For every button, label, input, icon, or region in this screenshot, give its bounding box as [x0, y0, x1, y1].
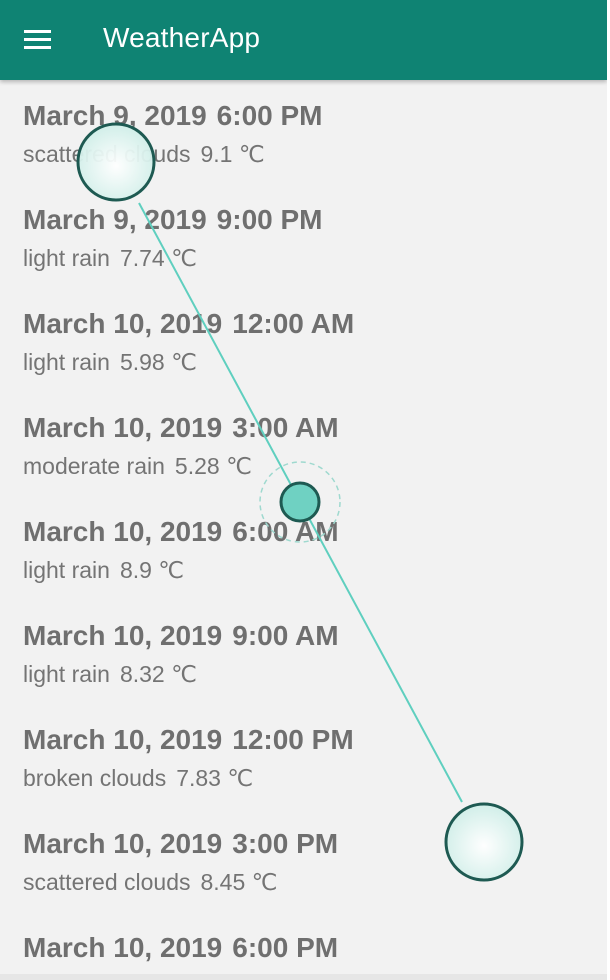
swipe-progress-dot — [279, 481, 321, 523]
swipe-end-touch-indicator — [444, 802, 524, 882]
swipe-gesture-overlay — [76, 122, 524, 882]
screen: WeatherApp March 9, 2019 6:00 PM scattere… — [0, 0, 610, 980]
swipe-start-touch-indicator — [76, 122, 156, 202]
